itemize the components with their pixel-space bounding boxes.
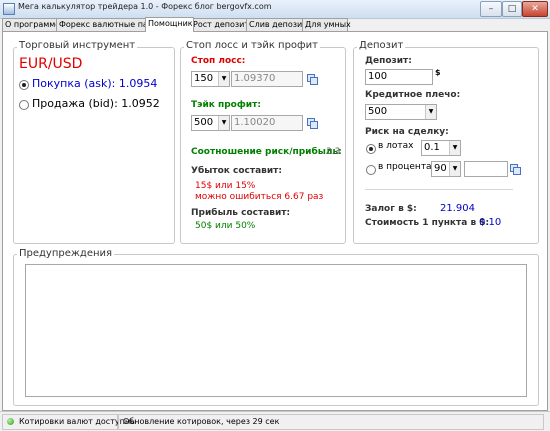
quotes-status: Котировки валют доступны — [2, 414, 136, 430]
risk-percent-value: 90 — [434, 163, 447, 174]
tab-forex-pairs[interactable]: Форекс валютные пары — [56, 18, 159, 31]
pip-cost-value: 0.10 — [479, 217, 502, 228]
leverage-value: 500 — [368, 106, 388, 117]
pip-cost-label: Стоимость 1 пункта в $: — [365, 218, 490, 228]
risk-lots-label[interactable]: в лотах — [378, 141, 414, 151]
margin-value: 21.904 — [440, 203, 475, 214]
app-icon — [3, 3, 15, 15]
instrument-pair: EUR/USD — [19, 56, 83, 72]
risk-percent-select[interactable]: 90 ▼ — [431, 161, 461, 177]
stop-loss-points-value: 150 — [194, 73, 214, 84]
risk-percent-amount-field[interactable] — [464, 161, 508, 177]
deposit-divider — [365, 189, 513, 190]
ratio-value: 3.3 — [326, 147, 341, 157]
tab-assistant[interactable]: Помощник — [145, 17, 194, 32]
stop-loss-points-select[interactable]: 150 ▼ — [191, 71, 230, 87]
chevron-down-icon: ▼ — [425, 105, 436, 119]
status-ok-icon — [7, 418, 14, 425]
take-profit-points-value: 500 — [194, 117, 214, 128]
deposit-currency: $ — [435, 68, 441, 77]
loss-amount: 15$ или 15% — [195, 181, 256, 191]
leverage-select[interactable]: 500 ▼ — [365, 104, 437, 120]
close-button[interactable]: ✕ — [522, 1, 548, 17]
sell-radio[interactable] — [19, 100, 29, 110]
take-profit-points-select[interactable]: 500 ▼ — [191, 115, 230, 131]
sell-label[interactable]: Продажа (bid): 1.0952 — [32, 97, 160, 110]
loss-mistakes: можно ошибиться 6.67 раз — [195, 192, 324, 202]
buy-radio[interactable] — [19, 80, 29, 90]
profit-amount: 50$ или 50% — [195, 221, 256, 231]
minimize-button[interactable]: – — [480, 1, 502, 17]
copy-risk-icon[interactable] — [510, 164, 521, 175]
tab-strip: О программе Форекс валютные пары Помощни… — [2, 17, 548, 32]
chevron-down-icon: ▼ — [449, 162, 460, 176]
take-profit-label: Тэйк профит: — [191, 100, 261, 110]
deposit-field[interactable]: 100 — [365, 69, 433, 85]
risk-label: Риск на сделку: — [365, 127, 449, 137]
tab-deposit-growth[interactable]: Рост депозита — [190, 18, 254, 31]
ratio-label: Соотношение риск/прибыль: — [191, 147, 342, 157]
stop-loss-label: Стоп лосс: — [191, 56, 246, 66]
risk-lots-select[interactable]: 0.1 ▼ — [421, 140, 461, 156]
copy-stop-loss-icon[interactable] — [307, 74, 318, 85]
quotes-status-text: Котировки валют доступны — [19, 417, 137, 426]
assistant-panel: Торговый инструмент EUR/USD Покупка (ask… — [2, 31, 548, 411]
take-profit-price-field[interactable]: 1.10020 — [231, 115, 303, 131]
profit-label: Прибыль составит: — [191, 208, 291, 218]
title-bar: Мега калькулятор трейдера 1.0 - Форекс б… — [0, 0, 550, 19]
chevron-down-icon: ▼ — [449, 141, 460, 155]
stop-loss-price-field[interactable]: 1.09370 — [231, 71, 303, 87]
tab-about[interactable]: О программе — [2, 18, 60, 31]
status-bar: Котировки валют доступны Обновление коти… — [0, 411, 550, 431]
leverage-label: Кредитное плечо: — [365, 90, 461, 100]
chevron-down-icon: ▼ — [218, 116, 229, 130]
tab-deposit-drain[interactable]: Слив депозита — [246, 18, 312, 31]
risk-percent-label[interactable]: в процентах — [378, 162, 437, 172]
buy-label[interactable]: Покупка (ask): 1.0954 — [32, 77, 157, 90]
warnings-legend: Предупреждения — [17, 248, 115, 259]
copy-take-profit-icon[interactable] — [307, 118, 318, 129]
margin-label: Залог в $: — [365, 204, 417, 214]
update-status: Обновление котировок, через 29 сек — [118, 414, 544, 430]
loss-label: Убыток составит: — [191, 166, 282, 176]
tab-for-smart[interactable]: Для умных — [302, 18, 351, 31]
deposit-label: Депозит: — [365, 56, 412, 66]
risk-lots-radio[interactable] — [366, 144, 376, 154]
deposit-legend: Депозит — [357, 40, 406, 51]
maximize-button[interactable]: □ — [502, 1, 522, 17]
chevron-down-icon: ▼ — [218, 72, 229, 86]
risk-percent-radio[interactable] — [366, 165, 376, 175]
window-title: Мега калькулятор трейдера 1.0 - Форекс б… — [18, 2, 272, 11]
risk-lots-value: 0.1 — [424, 142, 440, 153]
warnings-textarea[interactable] — [25, 264, 527, 397]
instrument-legend: Торговый инструмент — [17, 40, 138, 51]
stops-legend: Стоп лосс и тэйк профит — [184, 40, 320, 51]
